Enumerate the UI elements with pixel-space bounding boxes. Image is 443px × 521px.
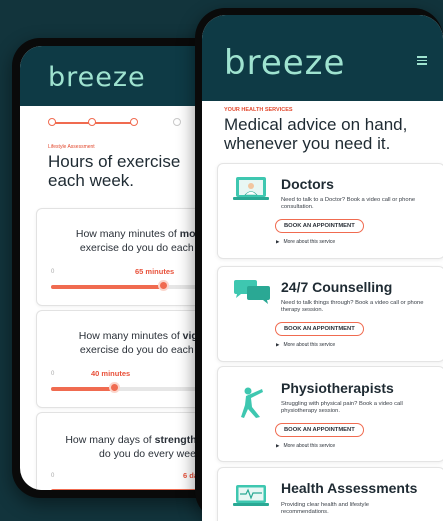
front-phone: breeze YOUR HEALTH SERVICES Medical advi…: [195, 8, 443, 521]
stretching-person-icon: [241, 387, 263, 418]
page-title: Hours of exercise each week.: [48, 152, 181, 190]
question-text: How many minutes of moderate: [75, 228, 219, 240]
slider-track[interactable]: [51, 381, 219, 393]
front-screen: breeze YOUR HEALTH SERVICES Medical advi…: [202, 15, 443, 521]
question-card: How many days of strength exerc do you d…: [36, 412, 219, 490]
question-text-line2: do you do every week?: [99, 448, 207, 460]
service-card-counselling: 24/7 Counselling Need to talk things thr…: [217, 266, 443, 362]
section-label: Lifestyle Assessment: [48, 144, 95, 150]
brand-logo: breeze: [224, 43, 346, 83]
slider-thumb[interactable]: [108, 381, 120, 393]
question-text: How many minutes of vigorous: [78, 330, 219, 342]
more-about-link[interactable]: ▶ More about this service: [276, 239, 335, 245]
book-appointment-button[interactable]: BOOK AN APPOINTMENT: [275, 423, 364, 437]
service-description: Need to talk things through? Book a vide…: [281, 300, 424, 313]
hamburger-menu-icon[interactable]: [417, 56, 427, 65]
slider-min-label: 0: [51, 371, 55, 377]
book-appointment-button[interactable]: BOOK AN APPOINTMENT: [275, 219, 364, 233]
question-card: How many minutes of vigorous exercise do…: [36, 310, 219, 408]
question-card: How many minutes of moderate exercise do…: [36, 208, 219, 306]
question-text-line2: exercise do you do each week?: [79, 344, 219, 356]
caret-right-icon: ▶: [276, 443, 280, 448]
step-dot: [88, 118, 96, 126]
more-about-link[interactable]: ▶ More about this service: [276, 443, 335, 449]
brand-logo: breeze: [48, 62, 146, 93]
slider-thumb[interactable]: [158, 279, 170, 291]
step-dot: [48, 118, 56, 126]
more-about-link[interactable]: ▶ More about this service: [276, 342, 335, 348]
step-dot: [130, 118, 138, 126]
doctor-video-icon: [233, 177, 269, 200]
slider-fill: [51, 387, 115, 391]
question-text-line2: exercise do you do each week?: [79, 242, 219, 254]
back-screen: breeze Lifestyle Assessment Hours of exe…: [20, 46, 219, 490]
header-bar: breeze: [202, 15, 443, 101]
service-description: Need to talk to a Doctor? Book a video c…: [281, 197, 416, 210]
service-card-doctors: Doctors Need to talk to a Doctor? Book a…: [217, 163, 443, 259]
slider-fill: [51, 489, 219, 490]
slider-track[interactable]: [51, 279, 219, 291]
caret-right-icon: ▶: [276, 342, 280, 347]
slider-value-label: 40 minutes: [91, 369, 131, 378]
heartbeat-monitor-icon: [233, 485, 269, 506]
service-title: Doctors: [281, 176, 334, 192]
slider-value-label: 65 minutes: [135, 267, 175, 276]
book-appointment-button[interactable]: BOOK AN APPOINTMENT: [275, 322, 364, 336]
question-text: How many days of strength exerc: [65, 434, 219, 446]
header-bar: breeze: [20, 46, 219, 106]
service-card-physiotherapists: Physiotherapists Struggling with physica…: [217, 366, 443, 462]
progress-steps: [48, 118, 218, 128]
slider-fill: [51, 285, 164, 289]
page-title: Medical advice on hand, whenever you nee…: [224, 115, 408, 153]
service-title: 24/7 Counselling: [281, 279, 393, 295]
slider-min-label: 0: [51, 269, 55, 275]
service-title: Physiotherapists: [281, 380, 394, 396]
service-title: Health Assessments: [281, 480, 418, 496]
step-dot: [173, 118, 181, 126]
section-label: YOUR HEALTH SERVICES: [224, 107, 293, 113]
service-description: Providing clear health and lifestyle rec…: [281, 502, 369, 515]
service-card-health-assessments: Health Assessments Providing clear healt…: [217, 467, 443, 521]
slider-track[interactable]: [51, 483, 219, 490]
caret-right-icon: ▶: [276, 239, 280, 244]
slider-min-label: 0: [51, 473, 55, 479]
chat-bubbles-icon: [234, 280, 270, 304]
service-description: Struggling with physical pain? Book a vi…: [281, 401, 403, 414]
